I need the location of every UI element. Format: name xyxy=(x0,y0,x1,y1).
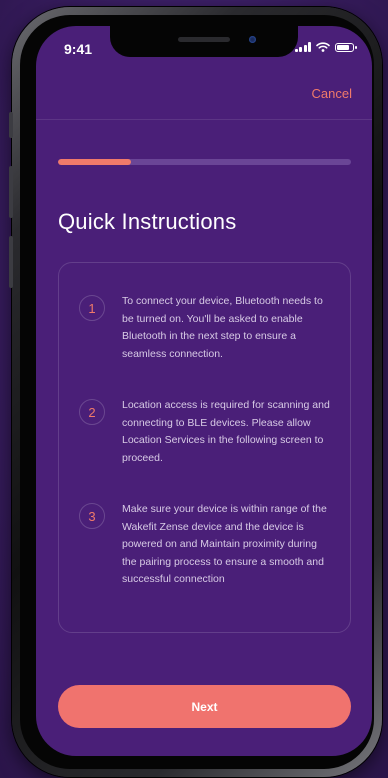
wifi-icon xyxy=(316,42,330,52)
step-number-badge: 2 xyxy=(79,399,105,425)
mute-switch xyxy=(9,112,13,138)
header-divider xyxy=(36,119,372,120)
step-text: To connect your device, Bluetooth needs … xyxy=(122,295,323,360)
instruction-step-1: 1 To connect your device, Bluetooth need… xyxy=(79,293,334,363)
page-title: Quick Instructions xyxy=(58,209,237,234)
step-text: Make sure your device is within range of… xyxy=(122,503,327,585)
next-button[interactable]: Next xyxy=(58,685,351,728)
cancel-button[interactable]: Cancel xyxy=(312,86,352,101)
instruction-step-3: 3 Make sure your device is within range … xyxy=(79,501,334,589)
progress-bar-fill xyxy=(58,159,132,165)
speaker-grille xyxy=(178,37,230,42)
progress-bar xyxy=(58,159,351,165)
notch xyxy=(110,26,298,57)
volume-down-button xyxy=(9,236,13,288)
step-text: Location access is required for scanning… xyxy=(122,399,330,464)
signal-icon xyxy=(294,42,311,52)
step-number-badge: 1 xyxy=(79,295,105,321)
app-screen: 9:41 Cancel Quick Instructions 1 To conn… xyxy=(36,26,372,756)
battery-icon xyxy=(335,42,357,52)
volume-up-button xyxy=(9,166,13,218)
camera-icon xyxy=(249,36,256,43)
step-number-badge: 3 xyxy=(79,503,105,529)
status-time: 9:41 xyxy=(64,41,93,57)
instruction-step-2: 2 Location access is required for scanni… xyxy=(79,397,334,467)
status-icons xyxy=(294,42,357,52)
instructions-card: 1 To connect your device, Bluetooth need… xyxy=(58,262,351,633)
